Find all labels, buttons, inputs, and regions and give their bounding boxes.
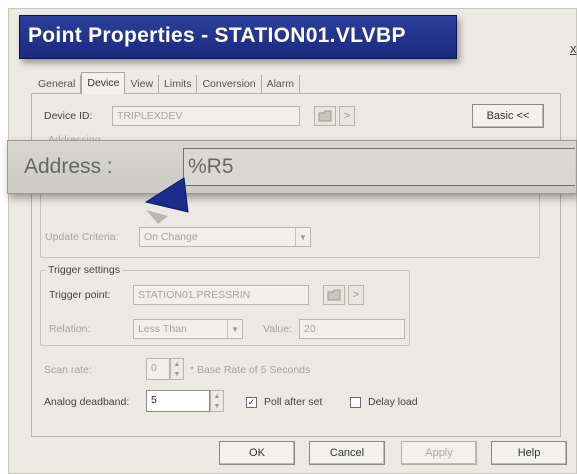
scan-rate-note: * Base Rate of 5 Seconds — [190, 364, 311, 376]
chevron-down-icon: ▼ — [227, 320, 242, 338]
address-field[interactable]: %R5 — [183, 148, 575, 186]
poll-after-set-checkbox[interactable]: ✓ — [246, 397, 257, 408]
cancel-button[interactable]: Cancel — [309, 441, 385, 465]
delay-load-label: Delay load — [368, 396, 418, 408]
address-zoom-callout: Address : %R5 — [7, 140, 577, 194]
folder-icon — [327, 289, 341, 301]
delay-load-checkbox[interactable] — [350, 397, 361, 408]
value-label: Value: — [263, 323, 292, 335]
folder-icon — [318, 110, 332, 122]
dialog-title: Point Properties - STATION01.VLVBP — [28, 24, 406, 47]
trigger-settings-label: Trigger settings — [45, 264, 123, 276]
analog-deadband-label: Analog deadband: — [44, 396, 130, 408]
point-properties-dialog: Point Properties - STATION01.VLVBP x Gen… — [8, 8, 577, 474]
tab-view[interactable]: View — [125, 75, 160, 93]
tab-conversion[interactable]: Conversion — [197, 75, 262, 93]
tab-alarm[interactable]: Alarm — [261, 75, 301, 93]
relation-value: Less Than — [138, 323, 187, 335]
address-label: Address : — [24, 155, 113, 178]
trigger-point-field[interactable]: STATION01.PRESSRIN — [133, 285, 309, 305]
update-criteria-value: On Change — [144, 231, 198, 243]
chevron-down-icon: ▼ — [295, 228, 310, 246]
analog-deadband-spinner[interactable]: ▲ ▼ — [210, 390, 224, 412]
device-id-field[interactable]: TRIPLEXDEV — [112, 106, 300, 126]
device-browse-button[interactable] — [314, 106, 336, 126]
scan-rate-label: Scan rate: — [44, 364, 92, 376]
ok-button[interactable]: OK — [219, 441, 295, 465]
trigger-goto-button[interactable]: > — [348, 285, 364, 305]
trigger-value-field[interactable]: 20 — [299, 319, 405, 339]
tab-device[interactable]: Device — [81, 72, 126, 94]
help-button[interactable]: Help — [491, 441, 567, 465]
title-bar: Point Properties - STATION01.VLVBP — [19, 15, 457, 59]
close-button[interactable]: x — [570, 41, 577, 56]
relation-select[interactable]: Less Than ▼ — [133, 319, 243, 339]
basic-button[interactable]: Basic << — [472, 104, 544, 128]
trigger-point-label: Trigger point: — [49, 289, 111, 301]
update-criteria-select[interactable]: On Change ▼ — [139, 227, 311, 247]
device-id-label: Device ID: — [44, 110, 93, 122]
poll-after-set-label: Poll after set — [264, 396, 323, 408]
trigger-settings-group: Trigger settings Trigger point: STATION0… — [40, 264, 410, 346]
arrow-pointer-icon — [144, 177, 189, 224]
update-criteria-label: Update Criteria: — [45, 231, 119, 243]
relation-label: Relation: — [49, 323, 91, 335]
analog-deadband-field[interactable]: 5 — [146, 390, 210, 412]
scan-rate-spinner[interactable]: ▲ ▼ — [170, 358, 184, 380]
device-goto-button[interactable]: > — [339, 106, 355, 126]
apply-button[interactable]: Apply — [401, 441, 477, 465]
scan-rate-field[interactable]: 0 — [146, 358, 170, 380]
tab-strip: General Device View Limits Conversion Al… — [33, 71, 301, 94]
tab-limits[interactable]: Limits — [159, 75, 198, 93]
tab-general[interactable]: General — [33, 75, 82, 93]
trigger-browse-button[interactable] — [323, 285, 345, 305]
